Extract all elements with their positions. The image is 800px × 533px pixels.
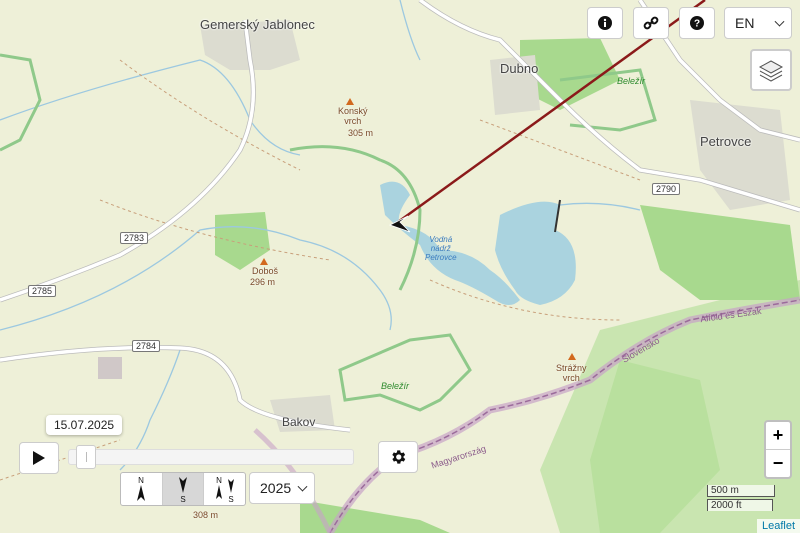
road-shield-2784: 2784 [132,340,161,352]
date-tooltip: 15.07.2025 [46,415,123,435]
town-label-petrovce: Petrovce [700,134,752,149]
road-shield-2790: 2790 [652,183,681,195]
north-south-arrow-icon: NS [215,476,234,503]
link-icon [643,16,659,30]
zoom-out-button[interactable]: − [766,450,790,477]
reservoir-label: Vodná nádrž Petrovce [425,235,457,262]
scale-imperial: 2000 ft [707,499,773,511]
svg-text:?: ? [694,19,700,30]
svg-text:S: S [180,495,185,503]
attribution-link[interactable]: Leaflet [756,519,800,533]
north-arrow-icon: N [137,476,146,501]
road-shield-2785: 2785 [28,285,57,297]
peak-label-konsky-elev: 305 m [348,128,374,138]
svg-text:N: N [216,476,222,485]
layers-button[interactable] [750,49,792,91]
peak-label-dobos-name: Doboš [252,266,279,276]
zoom-in-button[interactable]: + [766,422,790,450]
peak-label-strazny: Strážny vrch [556,363,587,383]
timeline-slider-handle[interactable] [76,445,97,469]
chevron-down-icon [774,16,785,27]
wood-label-belezir-2: Beležír [381,381,410,391]
play-button[interactable] [19,442,59,474]
peak-label-konsky-name: Konský vrch [338,106,368,126]
direction-south-button[interactable]: S [162,473,205,505]
timeline-slider[interactable] [68,449,354,465]
share-link-button[interactable] [633,7,669,39]
info-button[interactable] [587,7,623,39]
year-select[interactable]: 2025 [249,472,315,504]
scale-metric: 500 m [707,485,775,497]
town-label-gemersky-jablonec: Gemerský Jablonec [200,17,315,32]
layers-icon [758,60,784,82]
peak-label-vrch-sw-elev: 308 m [193,510,219,520]
direction-north-south-button[interactable]: NS [204,473,245,505]
settings-button[interactable] [378,441,418,473]
language-select[interactable]: EN [724,7,792,39]
year-value: 2025 [260,480,292,496]
info-circle-icon [598,16,612,30]
svg-text:S: S [228,495,233,503]
direction-north-button[interactable]: N [121,473,163,505]
direction-toggle-group: N S NS [120,472,246,506]
zoom-control: + − [764,420,792,479]
chevron-down-icon [297,481,308,492]
help-button[interactable]: ? [679,7,715,39]
peak-label-dobos-elev: 296 m [250,277,276,287]
language-value: EN [735,15,755,31]
road-shield-2783: 2783 [120,232,149,244]
wood-label-belezir-1: Beležír [617,76,646,86]
question-circle-icon: ? [690,16,704,30]
south-arrow-icon: S [179,477,187,503]
gear-icon [392,450,406,464]
town-label-bakov: Bakov [282,415,316,429]
svg-text:N: N [138,476,144,485]
town-label-dubno: Dubno [500,61,539,76]
play-icon [33,451,45,465]
